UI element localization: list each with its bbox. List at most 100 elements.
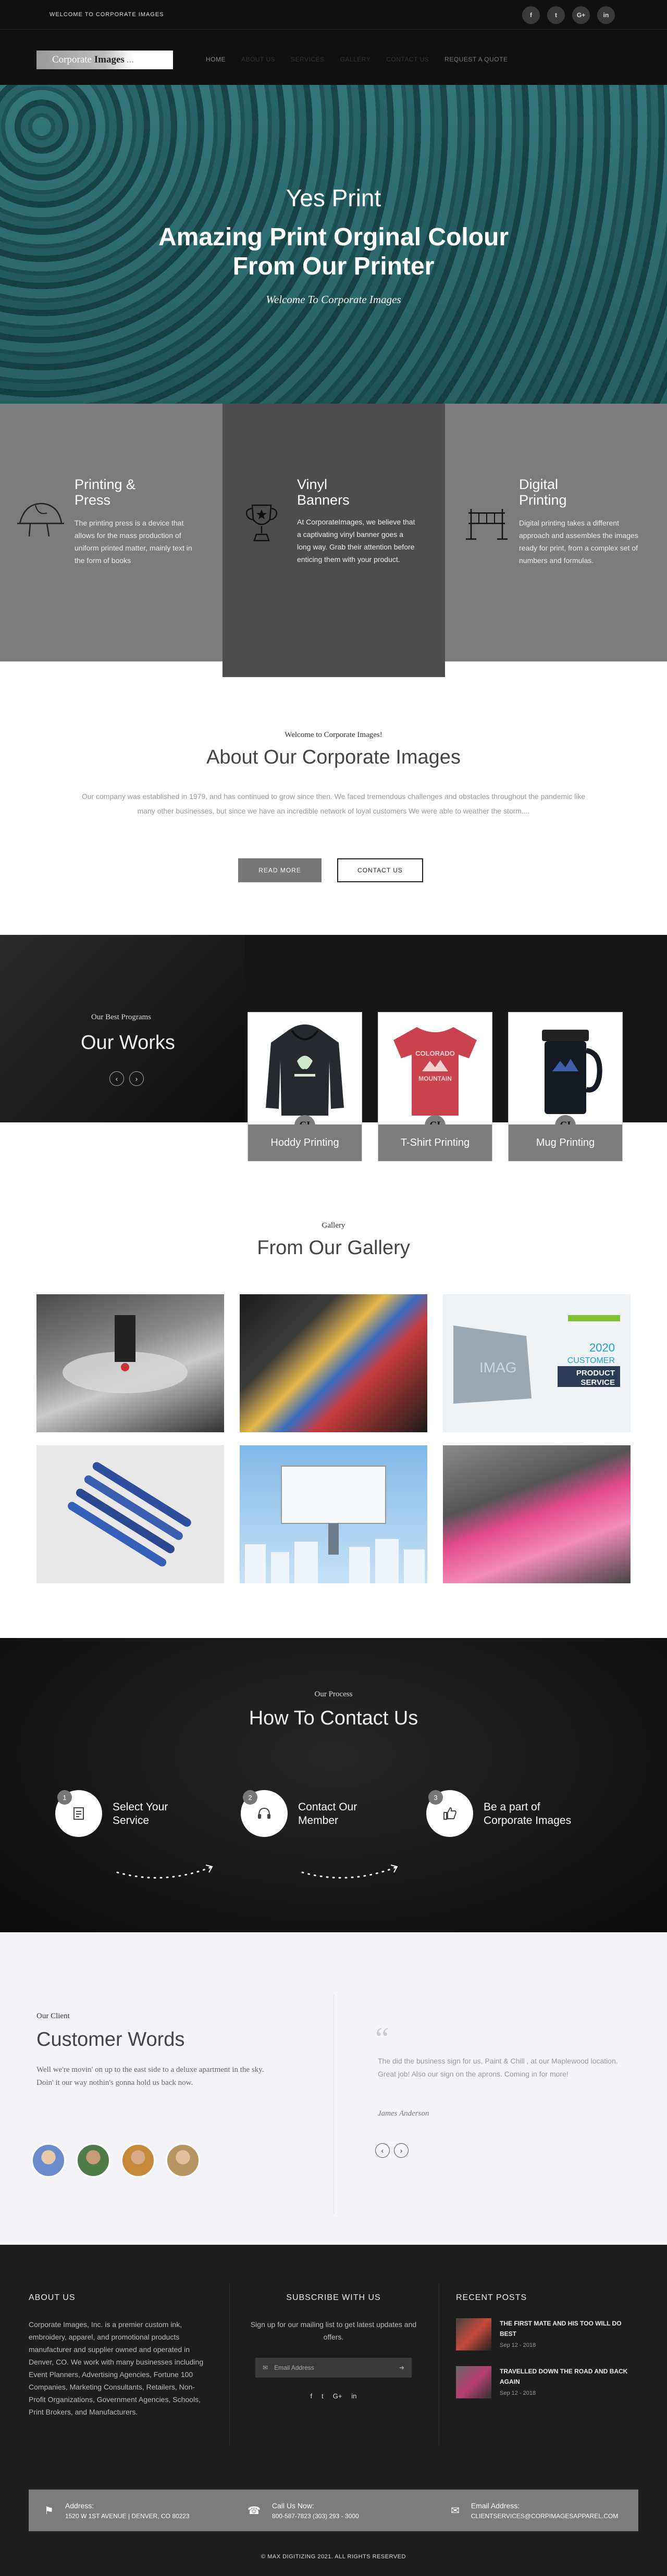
gallery-image-billboard[interactable] (240, 1445, 427, 1583)
nav-item-services[interactable]: SERVICES (291, 56, 324, 63)
avatar[interactable] (121, 2143, 155, 2178)
flyer-year: 2020 (589, 1341, 615, 1354)
nav-menu: HOME ABOUT US SERVICES GALLERY CONTACT U… (206, 56, 508, 63)
contact-label: Address: (65, 2501, 94, 2510)
map-marker-icon: ⚑ (44, 2505, 54, 2517)
gallery-image-cutting-machine[interactable] (36, 1294, 224, 1432)
gallery-image-large-printer[interactable] (443, 1445, 631, 1583)
about-section: Welcome to Corporate Images! About Our C… (0, 677, 667, 935)
recent-post[interactable]: THE FIRST MATE AND HIS TOO WILL DO BEST S… (456, 2318, 638, 2350)
work-label: Mug Printing (509, 1124, 622, 1161)
avatar[interactable] (76, 2143, 110, 2178)
flyer-brand: IMAG (479, 1359, 517, 1375)
site-logo[interactable]: Corporate Images... (36, 51, 173, 69)
testimonial-next-button[interactable]: › (394, 2143, 409, 2158)
service-title: Digital Printing (519, 477, 582, 508)
read-more-button[interactable]: READ MORE (238, 858, 322, 882)
mug-image (509, 1012, 622, 1124)
gallery-title: From Our Gallery (257, 1237, 410, 1259)
contact-us-button[interactable]: CONTACT US (337, 858, 423, 882)
avatar[interactable] (31, 2143, 66, 2178)
hero-subtitle: Welcome To Corporate Images (266, 293, 401, 306)
work-card-hoodie[interactable]: CI Hoddy Printing (248, 1012, 362, 1161)
footer-about-title: ABOUT US (29, 2293, 76, 2302)
facebook-icon[interactable]: f (310, 2392, 312, 2400)
process-kicker: Our Process (314, 1690, 353, 1698)
step-text: Be a part of Corporate Images (484, 1801, 572, 1827)
google-plus-icon[interactable]: G+ (333, 2392, 342, 2400)
contact-bar: ⚑ Address: 1520 W 1ST AVENUE | DENVER, CO… (29, 2490, 638, 2531)
testimonial-controls: ‹ › (375, 2143, 409, 2158)
nav-item-home[interactable]: HOME (206, 56, 226, 63)
service-title: Vinyl Banners (297, 477, 360, 508)
service-title-text: Digital Printing (519, 477, 567, 508)
document-icon (73, 1807, 84, 1820)
footer-subscribe: SUBSCRIBE WITH US Sign up for our mailin… (250, 2293, 417, 2400)
service-vinyl-banners[interactable]: Vinyl Banners At CorporateImages, we bel… (223, 404, 445, 661)
testimonial-prev-button[interactable]: ‹ (375, 2143, 390, 2158)
hurdle-icon (466, 509, 508, 540)
svg-text:MOUNTAIN: MOUNTAIN (418, 1075, 452, 1082)
quote-icon: “ (375, 2021, 389, 2056)
about-title: About Our Corporate Images (206, 746, 461, 768)
hoodie-image (248, 1012, 362, 1124)
post-date: Sep 12 - 2018 (500, 2342, 536, 2348)
welcome-text: WELCOME TO CORPORATE IMAGES (50, 11, 164, 18)
trophy-icon (245, 504, 278, 542)
post-title: THE FIRST MATE AND HIS TOO WILL DO BEST (500, 2320, 622, 2337)
service-description: Digital printing takes a different appro… (519, 519, 638, 565)
twitter-icon[interactable]: t (322, 2392, 324, 2400)
footer-subscribe-title: SUBSCRIBE WITH US (286, 2293, 381, 2302)
avatar[interactable] (166, 2143, 200, 2178)
flyer-line2: PRODUCT (576, 1369, 615, 1378)
hero-banner: Yes Print Amazing Print Orginal Colour F… (0, 85, 667, 404)
recent-post[interactable]: TRAVELLED DOWN THE ROAD AND BACK AGAIN Se… (456, 2366, 638, 2398)
works-title: Our Works (81, 1032, 175, 1054)
linkedin-icon[interactable]: in (597, 6, 615, 24)
logo-dots: ... (126, 54, 134, 65)
nav-item-request-quote[interactable]: REQUEST A QUOTE (444, 56, 508, 63)
envelope-icon: ✉ (451, 2505, 460, 2517)
work-label: Hoddy Printing (248, 1124, 362, 1161)
service-title: Printing & Press (75, 477, 147, 508)
step-number: 2 (243, 1790, 257, 1805)
about-text: Our company was established in 1979, and… (81, 792, 586, 815)
works-carousel-controls: ‹ › (109, 1071, 144, 1086)
service-description: At CorporateImages, we believe that a ca… (297, 518, 415, 564)
works-kicker: Our Best Programs (91, 1013, 151, 1021)
service-description: The printing press is a device that allo… (75, 519, 192, 565)
copyright: © MAX DIGITIZING 2021. ALL RIGHTS RESERV… (261, 2554, 406, 2560)
service-digital-printing[interactable]: Digital Printing Digital printing takes … (445, 404, 667, 661)
gallery-kicker: Gallery (322, 1221, 345, 1230)
nav-item-gallery[interactable]: GALLERY (340, 56, 371, 63)
twitter-icon[interactable]: t (547, 6, 565, 24)
process-title: How To Contact Us (249, 1707, 418, 1729)
top-social-links: f t G+ in (522, 6, 615, 24)
nav-item-contact-us[interactable]: CONTACT US (386, 56, 429, 63)
email-field[interactable]: ✉ Email Address ➜ (255, 2358, 412, 2378)
testimonial-quote: The did the business sign for us, Paint … (378, 2057, 618, 2078)
process-section: Our Process How To Contact Us (0, 1638, 667, 1932)
about-buttons: READ MORE CONTACT US (238, 858, 423, 882)
work-card-tshirt[interactable]: COLORADO MOUNTAIN CI T-Shirt Printing (378, 1012, 492, 1161)
main-navigation: Corporate Images... HOME ABOUT US SERVIC… (0, 30, 667, 85)
nav-item-about-us[interactable]: ABOUT US (241, 56, 275, 63)
linkedin-icon[interactable]: in (351, 2392, 356, 2400)
gallery-image-printing-press[interactable] (240, 1294, 427, 1432)
contact-email: ✉ Email Address: CLIENTSERVICES@CORPIMAGE… (435, 2490, 638, 2531)
contact-value: 1520 W 1ST AVENUE | DENVER, CO 80223 (65, 2512, 190, 2520)
carousel-prev-button[interactable]: ‹ (109, 1071, 124, 1086)
gallery-image-flyer[interactable]: 2020 CUSTOMER PRODUCT SERVICE IMAG (443, 1294, 631, 1432)
carousel-next-button[interactable]: › (129, 1071, 144, 1086)
post-thumbnail (456, 2318, 491, 2350)
gallery-image-pens[interactable] (36, 1445, 224, 1583)
client-avatars (31, 2143, 200, 2178)
contact-value[interactable]: CLIENTSERVICES@CORPIMAGESAPPAREL.COM (471, 2512, 618, 2520)
facebook-icon[interactable]: f (522, 6, 540, 24)
post-date: Sep 12 - 2018 (500, 2390, 536, 2396)
contact-value[interactable]: 800-587-7823 (303) 293 - 3000 (272, 2512, 359, 2520)
service-printing-press[interactable]: Printing & Press The printing press is a… (0, 404, 223, 661)
work-card-mug[interactable]: CI Mug Printing (508, 1012, 623, 1161)
google-plus-icon[interactable]: G+ (572, 6, 590, 24)
submit-arrow-icon[interactable]: ➜ (399, 2364, 404, 2371)
